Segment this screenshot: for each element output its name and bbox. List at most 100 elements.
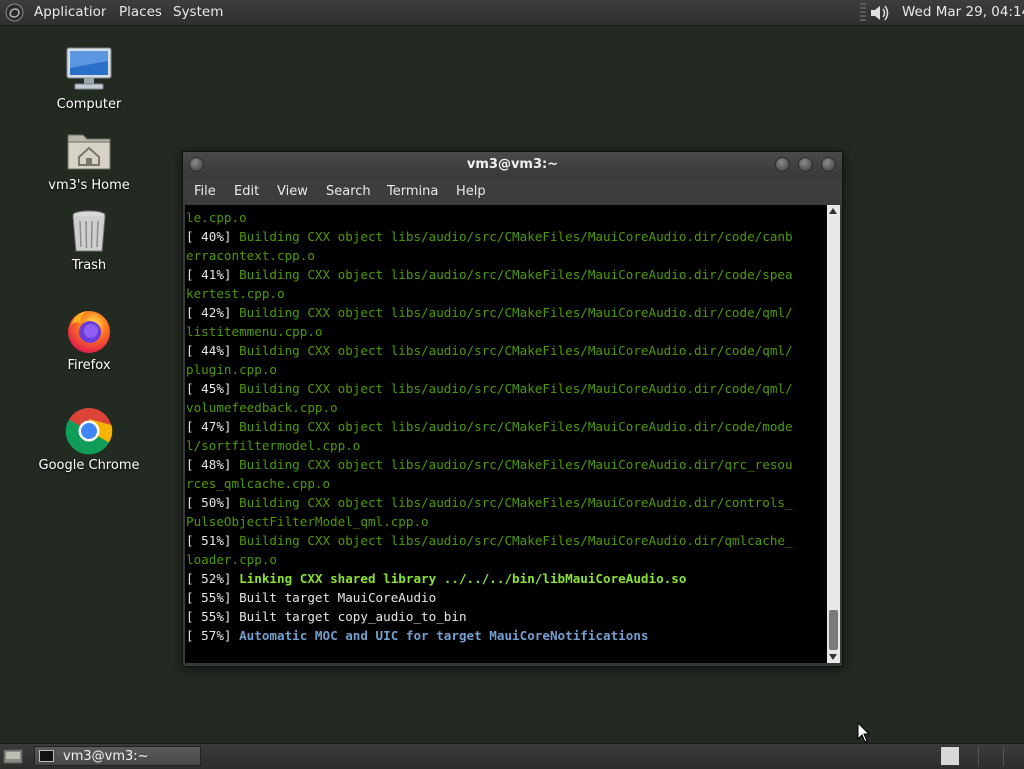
gnome-foot-icon[interactable]: [5, 3, 24, 22]
desktop-icon-label: Firefox: [67, 358, 111, 373]
terminal-line-progress: [ 52%]: [186, 571, 240, 586]
applications-menu[interactable]: Applications: [34, 4, 106, 20]
desktop-icon-label: Google Chrome: [38, 458, 140, 473]
trash-icon: [65, 207, 113, 255]
window-titlebar[interactable]: vm3@vm3:~: [183, 152, 842, 178]
terminal-line: kertest.cpp.o: [186, 284, 793, 303]
terminal-line-text: Linking CXX shared library ../../../bin/…: [239, 571, 687, 586]
desktop-icon-label: Computer: [56, 97, 122, 112]
terminal-line: [ 50%] Building CXX object libs/audio/sr…: [186, 493, 793, 512]
terminal-line: [ 42%] Building CXX object libs/audio/sr…: [186, 303, 793, 322]
desktop-icon-label: vm3's Home: [48, 178, 130, 193]
terminal-line-progress: [ 42%]: [186, 305, 240, 320]
terminal-line-text: kertest.cpp.o: [186, 286, 285, 301]
chrome-icon: [65, 407, 113, 455]
terminal-icon: [39, 750, 54, 762]
terminal-line-text: Built target copy_audio_to_bin: [239, 609, 467, 624]
desktop-icon-chrome[interactable]: Google Chrome: [29, 407, 149, 473]
terminal-line-text: listitemmenu.cpp.o: [186, 324, 323, 339]
terminal-line: [ 48%] Building CXX object libs/audio/sr…: [186, 455, 793, 474]
system-menu[interactable]: System: [173, 4, 223, 20]
terminal-line: [ 45%] Building CXX object libs/audio/sr…: [186, 379, 793, 398]
terminal-lines: le.cpp.o [ 40%] Building CXX object libs/…: [186, 208, 793, 645]
terminal-line-text: Building CXX object libs/audio/src/CMake…: [239, 267, 793, 282]
terminal-line-text: Building CXX object libs/audio/src/CMake…: [239, 229, 793, 244]
terminal-line: l/sortfiltermodel.cpp.o: [186, 436, 793, 455]
terminal-line-progress: [ 44%]: [186, 343, 240, 358]
terminal-line-text: volumefeedback.cpp.o: [186, 400, 338, 415]
terminal-line-text: PulseObjectFilterModel_qml.cpp.o: [186, 514, 429, 529]
terminal-line-text: Built target MauiCoreAudio: [239, 590, 437, 605]
terminal-line-text: plugin.cpp.o: [186, 362, 277, 377]
terminal-line: [ 40%] Building CXX object libs/audio/sr…: [186, 227, 793, 246]
terminal-line: [ 55%] Built target MauiCoreAudio: [186, 588, 793, 607]
mouse-cursor-icon: [857, 722, 871, 743]
terminal-line: [ 55%] Built target copy_audio_to_bin: [186, 607, 793, 626]
desktop-icon-home[interactable]: vm3's Home: [29, 127, 149, 193]
terminal-line: PulseObjectFilterModel_qml.cpp.o: [186, 512, 793, 531]
menu-search[interactable]: Search: [326, 184, 371, 199]
firefox-icon: [65, 307, 113, 355]
bottom-panel: vm3@vm3:~: [0, 743, 1024, 769]
terminal-line-progress: [ 50%]: [186, 495, 240, 510]
scrollbar-thumb[interactable]: [829, 610, 838, 650]
terminal-line: [ 44%] Building CXX object libs/audio/sr…: [186, 341, 793, 360]
terminal-line-progress: [ 51%]: [186, 533, 240, 548]
show-desktop-icon[interactable]: [3, 748, 23, 764]
desktop-icon-label: Trash: [71, 258, 107, 273]
workspace-1[interactable]: [940, 746, 960, 766]
taskbar-item-terminal[interactable]: vm3@vm3:~: [34, 746, 201, 766]
places-menu[interactable]: Places: [119, 4, 162, 20]
menu-file[interactable]: File: [194, 184, 216, 199]
terminal-line-text: Building CXX object libs/audio/src/CMake…: [239, 305, 793, 320]
top-panel: Applications Places System Wed Mar 29, 0…: [0, 0, 1024, 26]
terminal-line-text: Building CXX object libs/audio/src/CMake…: [239, 533, 793, 548]
terminal-line: volumefeedback.cpp.o: [186, 398, 793, 417]
close-button[interactable]: [821, 157, 836, 172]
scroll-up-arrow-icon[interactable]: [829, 208, 837, 214]
terminal-line: [ 57%] Automatic MOC and UIC for target …: [186, 626, 793, 645]
terminal-line: [ 41%] Building CXX object libs/audio/sr…: [186, 265, 793, 284]
terminal-line-text: l/sortfiltermodel.cpp.o: [186, 438, 361, 453]
terminal-line-progress: [ 57%]: [186, 628, 240, 643]
menu-help[interactable]: Help: [456, 184, 486, 199]
terminal-line-text: Building CXX object libs/audio/src/CMake…: [239, 495, 793, 510]
terminal-window[interactable]: vm3@vm3:~ File Edit View Search Termina …: [182, 151, 843, 667]
terminal-line-progress: [ 55%]: [186, 590, 240, 605]
taskbar-item-label: vm3@vm3:~: [63, 749, 149, 764]
desktop-icon-trash[interactable]: Trash: [29, 207, 149, 273]
window-title: vm3@vm3:~: [466, 157, 559, 172]
maximize-button[interactable]: [798, 157, 813, 172]
home-folder-icon: [65, 127, 113, 175]
terminal-line-progress: [ 55%]: [186, 609, 240, 624]
workspace-2[interactable]: [982, 746, 1002, 766]
terminal-line-progress: [ 47%]: [186, 419, 240, 434]
terminal-output[interactable]: le.cpp.o [ 40%] Building CXX object libs/…: [185, 205, 827, 663]
terminal-line-text: Building CXX object libs/audio/src/CMake…: [239, 419, 793, 434]
scroll-down-arrow-icon[interactable]: [829, 654, 837, 660]
desktop-icon-firefox[interactable]: Firefox: [29, 307, 149, 373]
terminal-line-progress: [ 48%]: [186, 457, 240, 472]
workspace-separator: [978, 746, 979, 766]
terminal-line-text: Building CXX object libs/audio/src/CMake…: [239, 381, 793, 396]
terminal-scrollbar[interactable]: [827, 205, 840, 663]
terminal-line: listitemmenu.cpp.o: [186, 322, 793, 341]
terminal-line-text: rces_qmlcache.cpp.o: [186, 476, 331, 491]
terminal-line-text: loader.cpp.o: [186, 552, 277, 567]
volume-icon[interactable]: [869, 3, 891, 23]
terminal-line-progress: [ 41%]: [186, 267, 240, 282]
desktop-icon-computer[interactable]: Computer: [29, 46, 149, 112]
menu-edit[interactable]: Edit: [234, 184, 259, 199]
minimize-button[interactable]: [775, 157, 790, 172]
terminal-line: le.cpp.o: [186, 208, 793, 227]
terminal-line: rces_qmlcache.cpp.o: [186, 474, 793, 493]
terminal-line: loader.cpp.o: [186, 550, 793, 569]
terminal-menubar: File Edit View Search Termina Help: [183, 179, 842, 204]
menu-view[interactable]: View: [277, 184, 308, 199]
terminal-line-text: Building CXX object libs/audio/src/CMake…: [239, 457, 793, 472]
clock[interactable]: Wed Mar 29, 04:14: [902, 4, 1024, 20]
menu-terminal[interactable]: Termina: [387, 184, 438, 199]
terminal-line-text: Automatic MOC and UIC for target MauiCor…: [239, 628, 649, 643]
computer-icon: [65, 46, 113, 94]
terminal-line-text: le.cpp.o: [186, 210, 247, 225]
